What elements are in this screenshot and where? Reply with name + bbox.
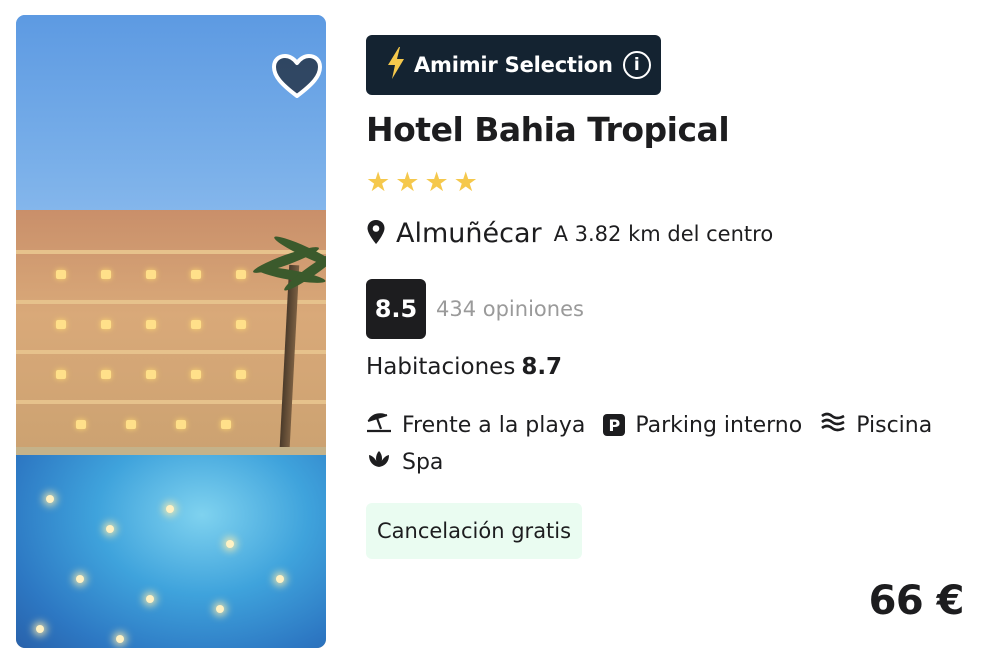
rooms-score: 8.7 — [521, 354, 563, 380]
amenities-row-2: Spa — [366, 449, 461, 475]
amenities-row: Frente a la playa P Parking interno Pisc… — [366, 411, 950, 439]
amenity-beach: Frente a la playa — [366, 411, 585, 439]
price: 66 € — [868, 578, 965, 624]
parking-icon: P — [603, 414, 626, 436]
star-rating: ★ ★ ★ ★ — [366, 168, 478, 198]
lotus-icon — [366, 449, 392, 475]
map-pin-icon — [366, 219, 386, 249]
beach-umbrella-icon — [366, 411, 392, 439]
review-count[interactable]: 434 opiniones — [436, 297, 584, 321]
rating-score: 8.5 — [366, 279, 426, 339]
lightning-icon — [386, 46, 406, 84]
free-cancellation-badge: Cancelación gratis — [366, 503, 583, 559]
hotel-name[interactable]: Hotel Bahia Tropical — [366, 110, 730, 149]
rating-row: 8.5 434 opiniones — [366, 279, 584, 339]
star-icon: ★ — [395, 167, 420, 198]
distance-to-center: A 3.82 km del centro — [553, 221, 774, 246]
favorite-heart-icon[interactable] — [271, 53, 323, 99]
star-icon: ★ — [366, 167, 391, 198]
amenity-label: Spa — [402, 449, 444, 475]
hotel-card[interactable]: Amimir Selection i Hotel Bahia Tropical … — [0, 0, 1004, 666]
waves-icon — [820, 411, 846, 439]
amenity-label: Frente a la playa — [402, 412, 586, 438]
location: Almuñécar A 3.82 km del centro — [366, 218, 773, 249]
rooms-rating: Habitaciones 8.7 — [366, 354, 562, 380]
amenity-spa: Spa — [366, 449, 443, 475]
city-name: Almuñécar — [396, 218, 542, 249]
rooms-label: Habitaciones — [366, 354, 516, 380]
star-icon: ★ — [424, 167, 449, 198]
amenity-parking: P Parking interno — [603, 413, 802, 438]
star-icon: ★ — [453, 167, 478, 198]
badge-label: Amimir Selection — [414, 53, 613, 77]
hotel-photo[interactable] — [16, 15, 326, 648]
selection-badge[interactable]: Amimir Selection i — [366, 35, 661, 95]
info-icon[interactable]: i — [622, 51, 651, 79]
amenity-pool: Piscina — [820, 411, 932, 439]
photo-pool — [16, 455, 326, 648]
amenity-label: Piscina — [856, 412, 933, 438]
amenity-label: Parking interno — [635, 412, 803, 438]
